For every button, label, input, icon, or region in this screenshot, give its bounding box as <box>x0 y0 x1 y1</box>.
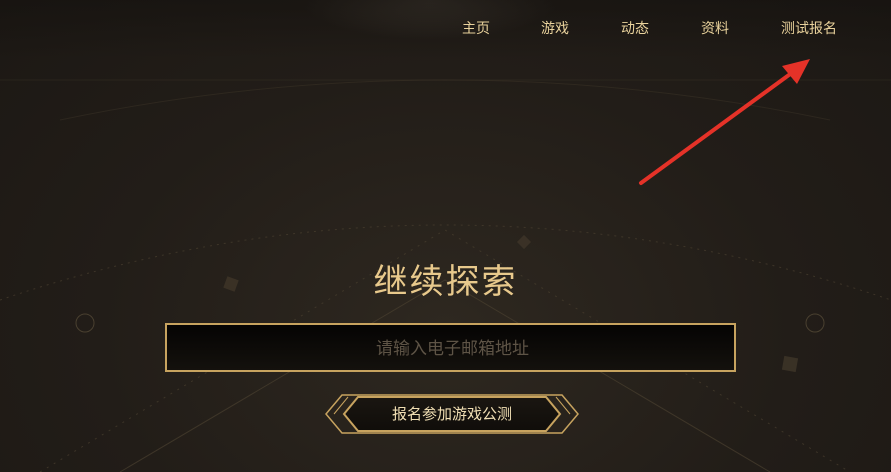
nav-item-test-signup[interactable]: 测试报名 <box>781 18 837 40</box>
signup-button-label: 报名参加游戏公测 <box>391 405 512 423</box>
page-title: 继续探索 <box>373 262 518 302</box>
nav-item-games[interactable]: 游戏 <box>541 18 569 40</box>
email-input[interactable] <box>167 325 738 372</box>
signup-button[interactable]: 报名参加游戏公测 <box>322 389 582 439</box>
top-nav: 主页 游戏 动态 资料 测试报名 <box>0 0 891 58</box>
email-field[interactable] <box>165 323 738 372</box>
nav-item-resources[interactable]: 资料 <box>701 18 729 40</box>
nav-item-home[interactable]: 主页 <box>462 18 490 40</box>
nav-item-news[interactable]: 动态 <box>621 18 649 40</box>
